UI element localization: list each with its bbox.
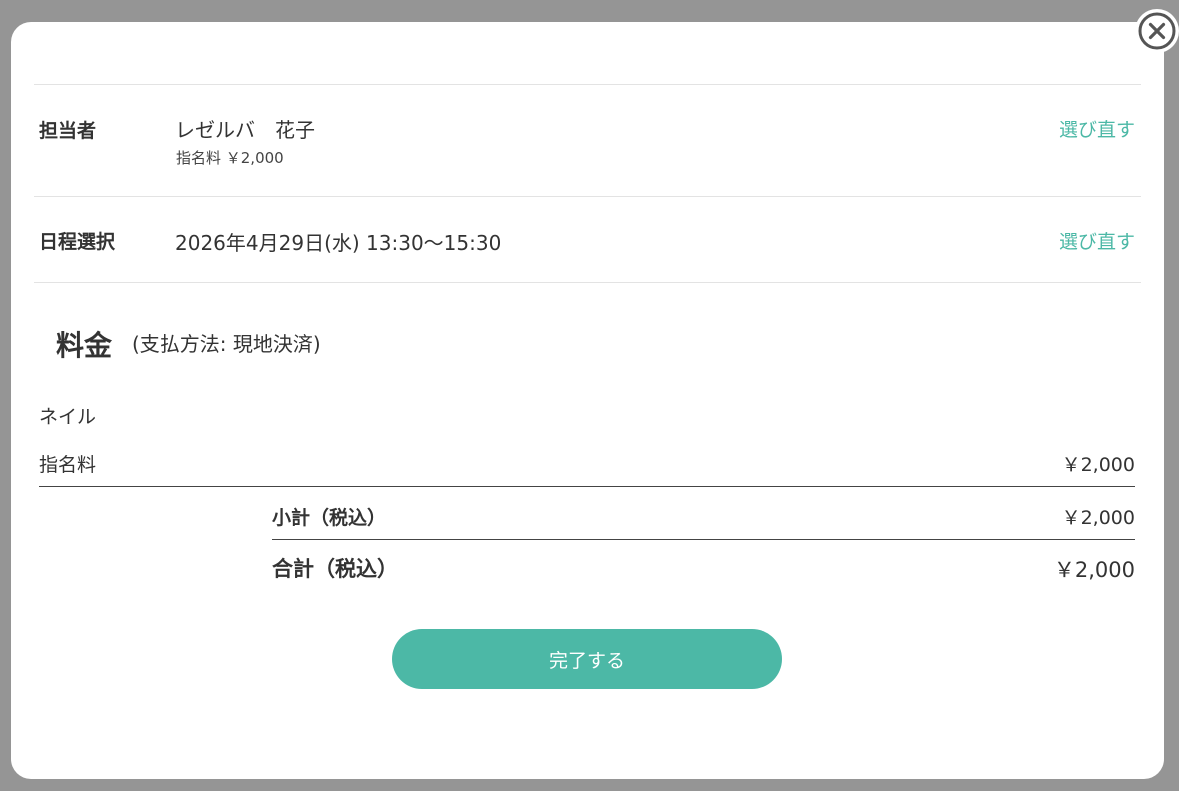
- reselect-staff-link[interactable]: 選び直す: [1059, 115, 1135, 142]
- total-label: 合計（税込）: [272, 557, 398, 581]
- total-amount: ￥2,000: [1053, 558, 1135, 582]
- reselect-schedule-link[interactable]: 選び直す: [1059, 227, 1135, 254]
- close-circle-icon: [1138, 12, 1176, 50]
- fee-section-title: 料金: [56, 329, 113, 362]
- booking-confirmation-modal: 担当者 レゼルバ 花子 指名料 ￥2,000 選び直す 日程選択 2026年4月…: [11, 22, 1164, 779]
- complete-button[interactable]: 完了する: [392, 629, 782, 689]
- staff-fee-note: 指名料 ￥2,000: [176, 149, 284, 167]
- schedule-datetime: 2026年4月29日(水) 13:30〜15:30: [175, 231, 502, 255]
- subtotal-label: 小計（税込）: [272, 507, 387, 529]
- fee-item-amount: ￥2,000: [1061, 454, 1135, 476]
- divider: [34, 282, 1141, 283]
- subtotal-amount: ￥2,000: [1061, 507, 1135, 529]
- schedule-label: 日程選択: [39, 231, 116, 253]
- staff-name: レゼルバ 花子: [175, 118, 315, 142]
- fee-item-label: ネイル: [39, 406, 97, 428]
- close-button[interactable]: [1135, 9, 1179, 53]
- divider: [34, 196, 1141, 197]
- subtotal-divider: [272, 539, 1135, 540]
- divider: [34, 84, 1141, 85]
- fee-item-label: 指名料: [39, 454, 97, 476]
- staff-label: 担当者: [39, 120, 97, 142]
- payment-method: (支払方法: 現地決済): [132, 332, 321, 356]
- fee-items-divider: [39, 486, 1135, 487]
